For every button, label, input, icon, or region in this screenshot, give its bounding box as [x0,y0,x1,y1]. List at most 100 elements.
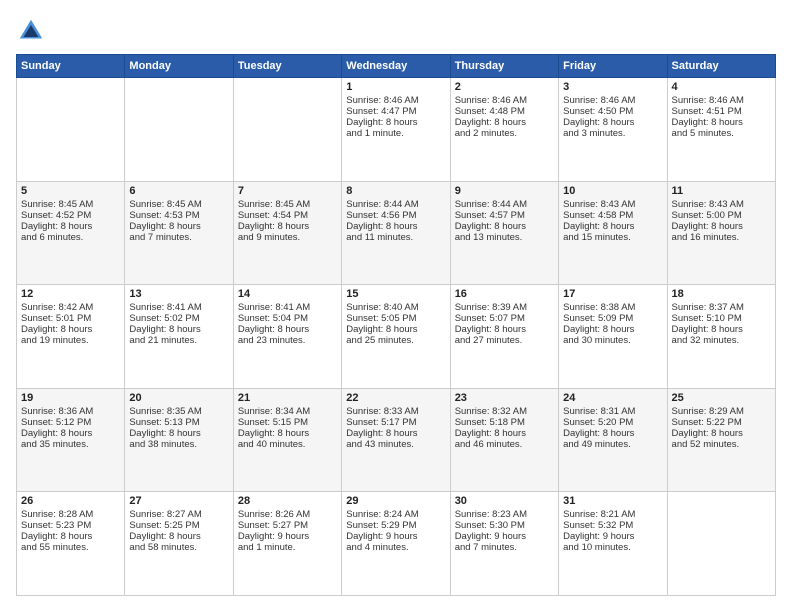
cell-text: Sunset: 4:48 PM [455,106,554,117]
calendar-cell: 22Sunrise: 8:33 AMSunset: 5:17 PMDayligh… [342,388,450,492]
day-number: 5 [21,185,120,197]
cell-text: Sunset: 5:00 PM [672,210,771,221]
header [16,16,776,46]
cell-text: Sunrise: 8:29 AM [672,406,771,417]
cell-text: Sunrise: 8:46 AM [346,95,445,106]
calendar-cell: 9Sunrise: 8:44 AMSunset: 4:57 PMDaylight… [450,181,558,285]
calendar-week-1: 1Sunrise: 8:46 AMSunset: 4:47 PMDaylight… [17,78,776,182]
day-number: 24 [563,392,662,404]
cell-text: Sunrise: 8:44 AM [455,199,554,210]
cell-text: Sunset: 5:01 PM [21,313,120,324]
calendar-week-5: 26Sunrise: 8:28 AMSunset: 5:23 PMDayligh… [17,492,776,596]
calendar-cell: 14Sunrise: 8:41 AMSunset: 5:04 PMDayligh… [233,285,341,389]
cell-text: Daylight: 8 hours [346,324,445,335]
day-number: 1 [346,81,445,93]
cell-text: and 27 minutes. [455,335,554,346]
cell-text: Sunrise: 8:24 AM [346,509,445,520]
cell-text: and 21 minutes. [129,335,228,346]
cell-text: Daylight: 8 hours [129,221,228,232]
cell-text: Sunset: 5:20 PM [563,417,662,428]
calendar-cell: 3Sunrise: 8:46 AMSunset: 4:50 PMDaylight… [559,78,667,182]
cell-text: and 52 minutes. [672,439,771,450]
cell-text: Sunrise: 8:36 AM [21,406,120,417]
weekday-header-tuesday: Tuesday [233,55,341,78]
cell-text: Sunrise: 8:46 AM [455,95,554,106]
day-number: 20 [129,392,228,404]
weekday-header-friday: Friday [559,55,667,78]
cell-text: Daylight: 8 hours [563,428,662,439]
cell-text: Daylight: 8 hours [563,221,662,232]
cell-text: Sunrise: 8:35 AM [129,406,228,417]
cell-text: Sunset: 5:22 PM [672,417,771,428]
cell-text: and 58 minutes. [129,542,228,553]
cell-text: and 35 minutes. [21,439,120,450]
calendar-cell [667,492,775,596]
calendar-cell: 26Sunrise: 8:28 AMSunset: 5:23 PMDayligh… [17,492,125,596]
cell-text: Sunset: 5:15 PM [238,417,337,428]
day-number: 2 [455,81,554,93]
cell-text: Sunrise: 8:38 AM [563,302,662,313]
weekday-header-thursday: Thursday [450,55,558,78]
calendar-cell: 15Sunrise: 8:40 AMSunset: 5:05 PMDayligh… [342,285,450,389]
weekday-header-wednesday: Wednesday [342,55,450,78]
day-number: 15 [346,288,445,300]
cell-text: Daylight: 8 hours [672,221,771,232]
day-number: 10 [563,185,662,197]
cell-text: Sunrise: 8:27 AM [129,509,228,520]
cell-text: and 25 minutes. [346,335,445,346]
cell-text: Sunset: 4:51 PM [672,106,771,117]
cell-text: and 43 minutes. [346,439,445,450]
calendar-cell: 16Sunrise: 8:39 AMSunset: 5:07 PMDayligh… [450,285,558,389]
cell-text: Daylight: 8 hours [238,324,337,335]
cell-text: Sunset: 4:56 PM [346,210,445,221]
day-number: 30 [455,495,554,507]
cell-text: Sunrise: 8:31 AM [563,406,662,417]
calendar-cell: 25Sunrise: 8:29 AMSunset: 5:22 PMDayligh… [667,388,775,492]
calendar-cell: 4 Sunrise: 8:46 AMSunset: 4:51 PMDaylight… [667,78,775,182]
calendar-cell: 24 Sunrise: 8:31 AMSunset: 5:20 PMDayligh… [559,388,667,492]
day-number: 12 [21,288,120,300]
cell-text: and 32 minutes. [672,335,771,346]
calendar-cell: 18Sunrise: 8:37 AMSunset: 5:10 PMDayligh… [667,285,775,389]
cell-text: Sunrise: 8:43 AM [672,199,771,210]
calendar-cell: 30Sunrise: 8:23 AMSunset: 5:30 PMDayligh… [450,492,558,596]
day-number: 26 [21,495,120,507]
day-number: 3 [563,81,662,93]
cell-text: Daylight: 8 hours [129,324,228,335]
day-number: 18 [672,288,771,300]
cell-text: and 16 minutes. [672,232,771,243]
cell-text: and 1 minute. [238,542,337,553]
calendar-cell: 31Sunrise: 8:21 AMSunset: 5:32 PMDayligh… [559,492,667,596]
cell-text: and 49 minutes. [563,439,662,450]
cell-text: Daylight: 8 hours [238,221,337,232]
day-number: 14 [238,288,337,300]
cell-text: Sunrise: 8:34 AM [238,406,337,417]
cell-text: Sunset: 5:27 PM [238,520,337,531]
cell-text: and 5 minutes. [672,128,771,139]
day-number: 16 [455,288,554,300]
cell-text: Sunrise: 8:32 AM [455,406,554,417]
calendar-cell: 10Sunrise: 8:43 AMSunset: 4:58 PMDayligh… [559,181,667,285]
cell-text: Sunrise: 8:42 AM [21,302,120,313]
cell-text: Sunset: 5:17 PM [346,417,445,428]
day-number: 9 [455,185,554,197]
cell-text: Sunset: 5:09 PM [563,313,662,324]
cell-text: Sunset: 5:23 PM [21,520,120,531]
cell-text: and 9 minutes. [238,232,337,243]
day-number: 4 [672,81,771,93]
cell-text: Sunrise: 8:21 AM [563,509,662,520]
cell-text: and 3 minutes. [563,128,662,139]
cell-text: Sunrise: 8:26 AM [238,509,337,520]
cell-text: and 6 minutes. [21,232,120,243]
cell-text: and 1 minute. [346,128,445,139]
day-number: 29 [346,495,445,507]
weekday-header-sunday: Sunday [17,55,125,78]
calendar-cell: 12Sunrise: 8:42 AMSunset: 5:01 PMDayligh… [17,285,125,389]
day-number: 13 [129,288,228,300]
cell-text: Sunrise: 8:46 AM [672,95,771,106]
cell-text: Daylight: 8 hours [672,117,771,128]
cell-text: Sunset: 4:52 PM [21,210,120,221]
calendar-cell: 23Sunrise: 8:32 AMSunset: 5:18 PMDayligh… [450,388,558,492]
cell-text: Sunset: 5:32 PM [563,520,662,531]
cell-text: and 4 minutes. [346,542,445,553]
